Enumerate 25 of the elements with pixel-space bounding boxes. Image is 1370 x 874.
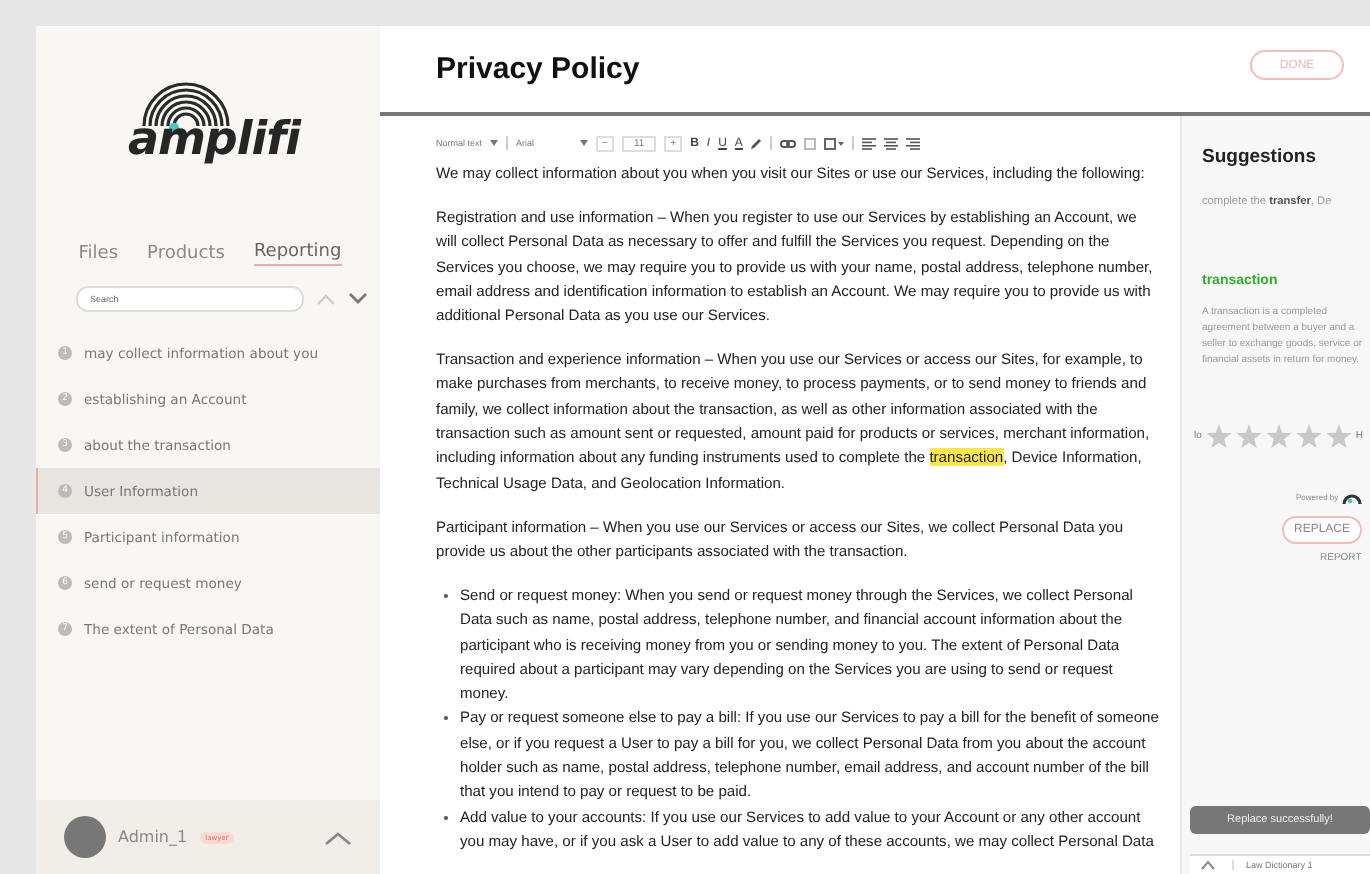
document-title: Privacy Policy bbox=[436, 52, 640, 86]
chevron-up-icon[interactable] bbox=[324, 829, 352, 845]
star-icon[interactable] bbox=[1265, 424, 1292, 448]
star-icon[interactable] bbox=[1295, 424, 1322, 448]
tab[interactable]: Products bbox=[147, 242, 225, 266]
avatar bbox=[64, 816, 106, 858]
panel-title: Suggestions bbox=[1202, 146, 1319, 168]
pen-icon[interactable] bbox=[750, 137, 763, 149]
align-icon[interactable] bbox=[884, 137, 899, 149]
tab[interactable]: Reporting bbox=[253, 242, 342, 266]
chevron-down-icon[interactable] bbox=[348, 292, 368, 306]
star-rating[interactable] bbox=[1205, 424, 1352, 448]
tab[interactable]: Files bbox=[78, 242, 119, 266]
star-icon[interactable] bbox=[1235, 424, 1262, 448]
align-icon[interactable] bbox=[906, 137, 921, 149]
star-icon[interactable] bbox=[1325, 424, 1352, 448]
star-icon[interactable] bbox=[1205, 424, 1232, 448]
caret-icon[interactable] bbox=[580, 140, 589, 146]
logo-text: amplifi bbox=[127, 114, 301, 166]
logo-icon bbox=[1342, 488, 1363, 504]
align-icon[interactable] bbox=[862, 137, 877, 149]
link-icon[interactable] bbox=[780, 139, 797, 147]
user-name: Admin_1 bbox=[118, 828, 188, 846]
chevron-up-icon[interactable] bbox=[1200, 860, 1216, 870]
caret-icon[interactable] bbox=[490, 140, 499, 146]
